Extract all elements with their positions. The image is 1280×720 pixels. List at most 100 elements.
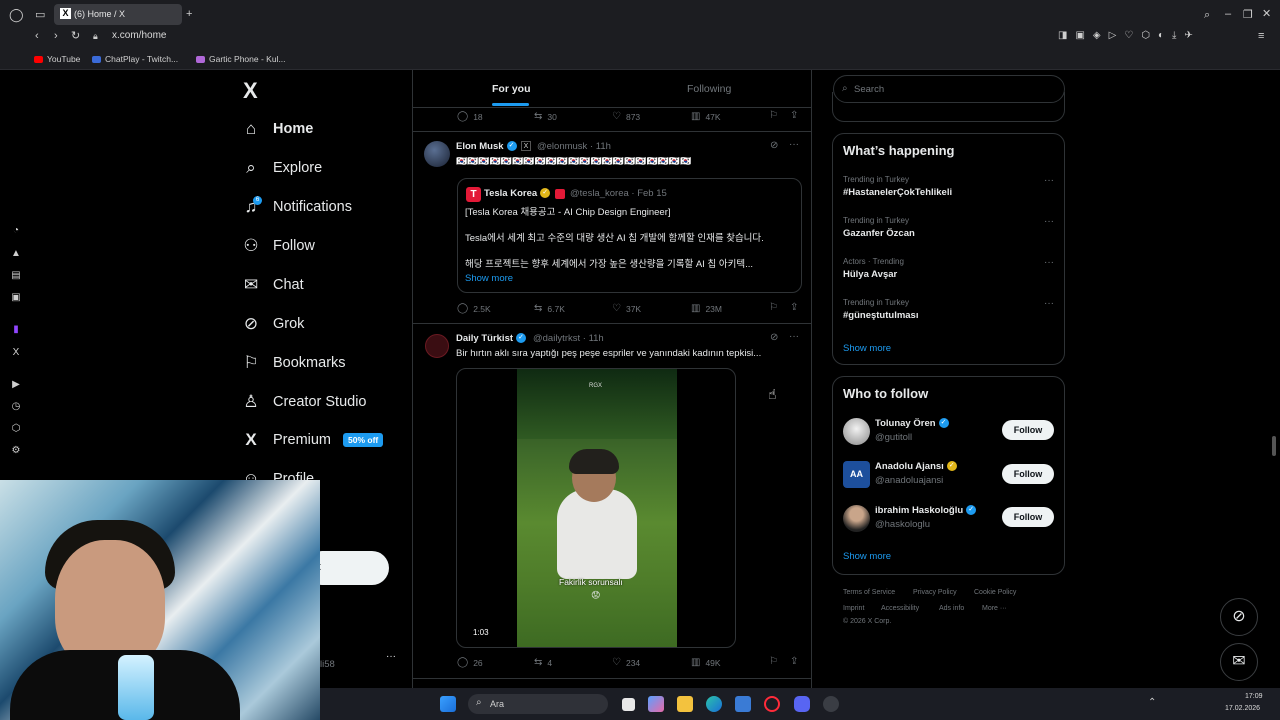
avatar[interactable] bbox=[424, 141, 450, 167]
messages-fab[interactable]: ✉ bbox=[1220, 643, 1258, 681]
views-button[interactable]: ▥ 49K bbox=[691, 657, 721, 668]
trend-name[interactable]: #HastanelerÇokTehlikeli bbox=[843, 187, 952, 198]
grok-icon[interactable]: ⊘ bbox=[770, 140, 778, 151]
task-view-icon[interactable] bbox=[622, 698, 635, 711]
edge-icon[interactable] bbox=[706, 696, 722, 712]
tab-home-x[interactable]: X (6) Home / X bbox=[54, 4, 182, 25]
steam-icon[interactable] bbox=[823, 696, 839, 712]
maximize-icon[interactable]: ❐ bbox=[1243, 9, 1253, 21]
scrollbar-thumb[interactable] bbox=[1272, 436, 1276, 456]
notes-icon[interactable]: ▤ bbox=[10, 270, 22, 282]
quote-tweet[interactable]: T Tesla Korea ✓ @tesla_korea · Feb 15 [Te… bbox=[457, 178, 802, 293]
reply-button[interactable]: ◯ 18 bbox=[457, 111, 483, 122]
x-logo[interactable]: X bbox=[243, 78, 258, 104]
grok-icon[interactable]: ⊘ bbox=[770, 332, 778, 343]
tab-for-you[interactable]: For you bbox=[492, 83, 531, 95]
follow-button[interactable]: Follow bbox=[1002, 464, 1054, 484]
extensions-icon[interactable]: ⬡ bbox=[10, 423, 22, 435]
nav-grok[interactable]: ⊘ Grok bbox=[241, 309, 305, 339]
opera-taskbar-icon[interactable] bbox=[764, 696, 780, 712]
avatar[interactable] bbox=[425, 334, 449, 358]
windows-start-icon[interactable] bbox=[440, 696, 456, 712]
avatar[interactable] bbox=[843, 505, 870, 532]
views-button[interactable]: ▥ 23M bbox=[691, 303, 722, 314]
grok-fab[interactable]: ⊘ bbox=[1220, 598, 1258, 636]
extension-icons[interactable]: ◨▣◈▷♡⬡◐⤓✈ bbox=[1058, 30, 1201, 42]
tweet-author[interactable]: Elon Musk ✓ bbox=[456, 141, 517, 152]
avatar[interactable] bbox=[843, 418, 870, 445]
back-icon[interactable]: ‹ bbox=[35, 30, 39, 42]
reload-icon[interactable]: ↻ bbox=[71, 30, 80, 42]
bookmark-youtube[interactable]: YouTube bbox=[34, 54, 80, 64]
nav-bookmarks[interactable]: ⚐ Bookmarks bbox=[241, 348, 345, 378]
address-bar[interactable]: x.com/home bbox=[112, 30, 166, 41]
repost-button[interactable]: ⇆ 30 bbox=[534, 111, 557, 122]
discord-icon[interactable] bbox=[794, 696, 810, 712]
share-button[interactable]: ⇪ bbox=[790, 110, 803, 121]
trend-more-icon[interactable]: ··· bbox=[1044, 298, 1054, 309]
suggest-name[interactable]: Tolunay Ören ✓ bbox=[875, 418, 949, 429]
footer-privacy[interactable]: Privacy Policy bbox=[913, 589, 957, 596]
share-button[interactable]: ⇪ bbox=[790, 656, 803, 667]
footer-accessibility[interactable]: Accessibility bbox=[881, 605, 919, 612]
close-icon[interactable]: ✕ bbox=[1262, 8, 1271, 20]
file-explorer-icon[interactable] bbox=[677, 696, 693, 712]
x-sidebar-icon[interactable]: X bbox=[10, 347, 22, 359]
like-button[interactable]: ♡ 873 bbox=[612, 111, 640, 122]
nav-chat[interactable]: ✉ Chat bbox=[241, 270, 304, 300]
tray-chevron-icon[interactable]: ⌃ bbox=[1148, 697, 1156, 708]
show-more-link[interactable]: Show more bbox=[843, 551, 891, 562]
suggest-name[interactable]: ibrahim Haskoloğlu ✓ bbox=[875, 505, 977, 516]
bookmark-button[interactable]: ⚐ bbox=[769, 656, 783, 667]
nav-follow[interactable]: ⚇ Follow bbox=[241, 231, 315, 261]
tab-following[interactable]: Following bbox=[687, 83, 731, 95]
messenger-icon[interactable]: ▣ bbox=[10, 292, 22, 304]
views-button[interactable]: ▥ 47K bbox=[691, 111, 721, 122]
minimize-icon[interactable]: – bbox=[1225, 8, 1231, 20]
footer-terms[interactable]: Terms of Service bbox=[843, 589, 895, 596]
tweet-author[interactable]: Daily Türkist ✓ bbox=[456, 333, 527, 344]
bookmark-button[interactable]: ⚐ bbox=[769, 110, 783, 121]
repost-button[interactable]: ⇆ 4 bbox=[534, 657, 552, 668]
settings-icon[interactable]: ⚙ bbox=[10, 445, 22, 457]
opera-logo-icon[interactable]: ◯ bbox=[9, 8, 24, 21]
footer-more[interactable]: More ··· bbox=[982, 605, 1007, 612]
trend-more-icon[interactable]: ··· bbox=[1044, 216, 1054, 227]
trend-more-icon[interactable]: ··· bbox=[1044, 175, 1054, 186]
copilot-icon[interactable] bbox=[648, 696, 664, 712]
new-tab-icon[interactable]: + bbox=[186, 8, 192, 20]
taskbar-search[interactable]: ⌕ Ara bbox=[468, 694, 608, 714]
aria-icon[interactable]: ▲ bbox=[10, 248, 22, 260]
bookmark-chatplay[interactable]: ChatPlay - Twitch... bbox=[92, 54, 178, 64]
player-icon[interactable]: ▶ bbox=[10, 379, 22, 391]
trend-name[interactable]: Hülya Avşar bbox=[843, 269, 897, 280]
show-more-link[interactable]: Show more bbox=[843, 343, 891, 354]
like-button[interactable]: ♡ 37K bbox=[612, 303, 641, 314]
reply-button[interactable]: ◯ 26 bbox=[457, 657, 483, 668]
nav-premium[interactable]: X Premium 50% off bbox=[241, 425, 384, 455]
trend-more-icon[interactable]: ··· bbox=[1044, 257, 1054, 268]
video-player[interactable]: RGX Fakirlik sorunsalı 😟 1:03 bbox=[456, 368, 736, 648]
account-more-icon[interactable]: ··· bbox=[386, 651, 396, 662]
clock-icon[interactable]: ◷ bbox=[10, 401, 22, 413]
bookmark-gartic[interactable]: Gartic Phone - Kul... bbox=[196, 54, 286, 64]
show-more-link[interactable]: Show more bbox=[465, 273, 513, 284]
footer-imprint[interactable]: Imprint bbox=[843, 605, 864, 612]
trend-name[interactable]: Gazanfer Özcan bbox=[843, 228, 915, 239]
forward-icon[interactable]: › bbox=[54, 30, 58, 42]
search-tabs-icon[interactable]: ⌕ bbox=[1204, 9, 1210, 21]
trend-name[interactable]: #güneştutulması bbox=[843, 310, 919, 321]
footer-ads-info[interactable]: Ads info bbox=[939, 605, 964, 612]
follow-button[interactable]: Follow bbox=[1002, 420, 1054, 440]
nav-home[interactable]: ⌂ Home bbox=[241, 114, 313, 144]
twitch-icon[interactable]: ▮ bbox=[10, 324, 22, 336]
suggest-name[interactable]: Anadolu Ajansı ✓ bbox=[875, 461, 957, 472]
store-icon[interactable] bbox=[735, 696, 751, 712]
more-icon[interactable]: ··· bbox=[789, 139, 799, 150]
account-handle[interactable]: li58 bbox=[320, 659, 335, 670]
bookmark-button[interactable]: ⚐ bbox=[769, 302, 783, 313]
menu-icon[interactable]: ≡ bbox=[1258, 30, 1264, 42]
repost-button[interactable]: ⇆ 6.7K bbox=[534, 303, 565, 314]
share-button[interactable]: ⇪ bbox=[790, 302, 803, 313]
avatar[interactable]: AA bbox=[843, 461, 870, 488]
